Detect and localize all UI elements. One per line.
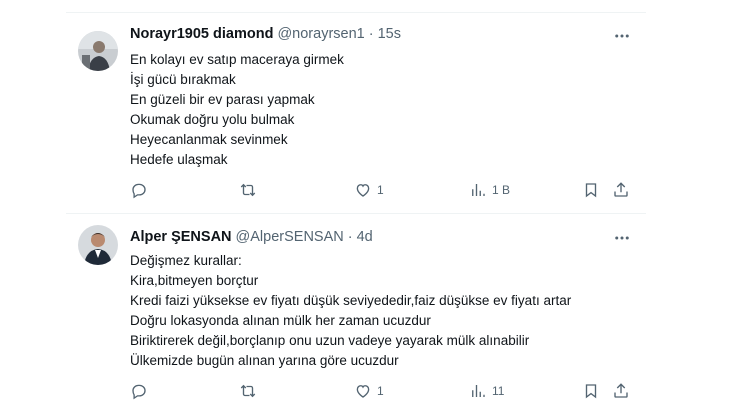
views-count: 11 <box>492 384 505 398</box>
more-icon <box>615 236 629 240</box>
bookmark-icon <box>585 384 597 399</box>
timestamp[interactable]: 15s <box>378 26 401 42</box>
reply-icon <box>132 384 146 400</box>
share-button[interactable] <box>612 381 630 401</box>
tweet-line: Heyecanlanmak sevinmek <box>130 132 288 147</box>
tweet-text: Değişmez kurallar: Kira,bitmeyen borçtur… <box>130 251 571 371</box>
retweet-icon <box>240 384 256 398</box>
views-button[interactable]: 11 <box>469 381 504 401</box>
handle[interactable]: @AlperSENSAN <box>236 229 344 245</box>
avatar[interactable] <box>78 225 118 265</box>
tweet-line: Ülkemizde bugün alınan yarına göre ucuzd… <box>130 353 399 368</box>
bookmark-button[interactable] <box>582 180 600 200</box>
tweet-line: En kolayı ev satıp maceraya girmek <box>130 52 344 67</box>
views-icon <box>472 385 485 397</box>
tweet-line: Biriktirerek değil,borçlanıp onu uzun va… <box>130 333 530 348</box>
tweet[interactable]: Norayr1905 diamond @norayrsen1 · 15s En … <box>66 13 646 213</box>
more-button[interactable] <box>610 26 634 46</box>
tweet-text: En kolayı ev satıp maceraya girmek İşi g… <box>130 50 344 170</box>
views-button[interactable]: 1 B <box>469 180 510 200</box>
tweet-line: Değişmez kurallar: <box>130 253 242 268</box>
action-bar: 1 1 B <box>130 180 638 200</box>
bookmark-button[interactable] <box>582 381 600 401</box>
separator-dot: · <box>347 229 353 245</box>
timeline: Norayr1905 diamond @norayrsen1 · 15s En … <box>66 0 646 420</box>
tweet-line: Kredi faizi yüksekse ev fiyatı düşük sev… <box>130 293 572 308</box>
share-button[interactable] <box>612 180 630 200</box>
display-name[interactable]: Norayr1905 diamond <box>130 26 273 42</box>
bookmark-icon <box>585 183 597 198</box>
handle[interactable]: @norayrsen1 <box>277 26 364 42</box>
avatar[interactable] <box>78 31 118 71</box>
action-bar: 1 11 <box>130 381 638 401</box>
like-icon <box>356 184 370 197</box>
like-count: 1 <box>377 183 384 197</box>
like-button[interactable]: 1 <box>354 180 384 200</box>
share-icon <box>614 182 628 197</box>
display-name[interactable]: Alper ŞENSAN <box>130 229 232 245</box>
like-icon <box>356 385 370 398</box>
more-icon <box>615 34 629 38</box>
tweet[interactable]: Alper ŞENSAN @AlperSENSAN · 4d Değişmez … <box>66 214 646 420</box>
more-button[interactable] <box>610 228 634 248</box>
tweet-line: Kira,bitmeyen borçtur <box>130 273 259 288</box>
retweet-icon <box>240 183 256 197</box>
views-count: 1 B <box>492 183 511 197</box>
like-count: 1 <box>377 384 384 398</box>
retweet-button[interactable] <box>239 180 262 200</box>
tweet-header: Alper ŞENSAN @AlperSENSAN · 4d <box>130 229 373 249</box>
tweet-header: Norayr1905 diamond @norayrsen1 · 15s <box>130 26 401 46</box>
reply-button[interactable] <box>130 381 153 401</box>
reply-button[interactable] <box>130 180 153 200</box>
reply-icon <box>132 183 146 199</box>
separator-dot: · <box>368 26 374 42</box>
tweet-line: Doğru lokasyonda alınan mülk her zaman u… <box>130 313 431 328</box>
tweet-line: İşi gücü bırakmak <box>130 72 236 87</box>
timestamp[interactable]: 4d <box>357 229 373 245</box>
retweet-button[interactable] <box>239 381 262 401</box>
tweet-line: En güzeli bir ev parası yapmak <box>130 92 315 107</box>
tweet-line: Hedefe ulaşmak <box>130 152 228 167</box>
share-icon <box>614 383 628 398</box>
views-icon <box>472 184 485 196</box>
like-button[interactable]: 1 <box>354 381 384 401</box>
tweet-line: Okumak doğru yolu bulmak <box>130 112 295 127</box>
